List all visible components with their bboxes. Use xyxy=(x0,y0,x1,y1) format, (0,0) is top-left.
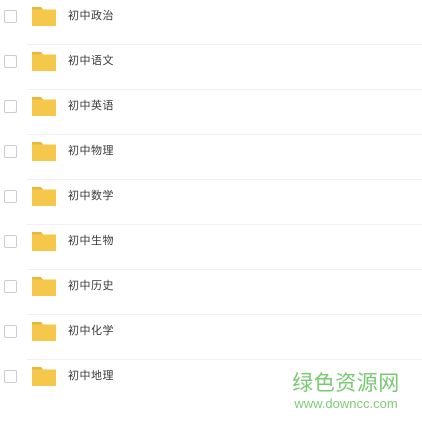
folder-name[interactable]: 初中历史 xyxy=(68,279,114,293)
folder-name[interactable]: 初中生物 xyxy=(68,234,114,248)
folder-name[interactable]: 初中语文 xyxy=(68,54,114,68)
watermark: 绿色资源网 www.downcc.com xyxy=(286,371,406,411)
folder-icon xyxy=(32,52,56,71)
row-checkbox[interactable] xyxy=(4,10,17,23)
list-item[interactable]: 初中化学 xyxy=(0,315,422,360)
folder-icon xyxy=(32,322,56,341)
row-checkbox[interactable] xyxy=(4,100,17,113)
folder-name[interactable]: 初中英语 xyxy=(68,99,114,113)
folder-name[interactable]: 初中政治 xyxy=(68,9,114,23)
list-item[interactable]: 初中数学 xyxy=(0,180,422,225)
folder-icon xyxy=(32,232,56,251)
row-checkbox[interactable] xyxy=(4,55,17,68)
list-item[interactable]: 初中历史 xyxy=(0,270,422,315)
folder-list: 初中政治 初中语文 初中英语 初中物理 初中数学 初中生物 初中历史 初中化学 … xyxy=(0,0,422,405)
list-item[interactable]: 初中英语 xyxy=(0,90,422,135)
folder-icon xyxy=(32,277,56,296)
folder-name[interactable]: 初中地理 xyxy=(68,369,114,383)
watermark-title: 绿色资源网 xyxy=(292,371,400,395)
row-checkbox[interactable] xyxy=(4,370,17,383)
row-checkbox[interactable] xyxy=(4,280,17,293)
folder-name[interactable]: 初中数学 xyxy=(68,189,114,203)
folder-name[interactable]: 初中物理 xyxy=(68,144,114,158)
row-checkbox[interactable] xyxy=(4,235,17,248)
folder-icon xyxy=(32,187,56,206)
row-checkbox[interactable] xyxy=(4,145,17,158)
folder-icon xyxy=(32,142,56,161)
row-checkbox[interactable] xyxy=(4,325,17,338)
folder-icon xyxy=(32,367,56,386)
folder-icon xyxy=(32,97,56,116)
list-item[interactable]: 初中政治 xyxy=(0,0,422,45)
list-item[interactable]: 初中生物 xyxy=(0,225,422,270)
watermark-url: www.downcc.com xyxy=(294,396,398,411)
folder-icon xyxy=(32,7,56,26)
row-checkbox[interactable] xyxy=(4,190,17,203)
list-item[interactable]: 初中物理 xyxy=(0,135,422,180)
list-item[interactable]: 初中语文 xyxy=(0,45,422,90)
folder-name[interactable]: 初中化学 xyxy=(68,324,114,338)
